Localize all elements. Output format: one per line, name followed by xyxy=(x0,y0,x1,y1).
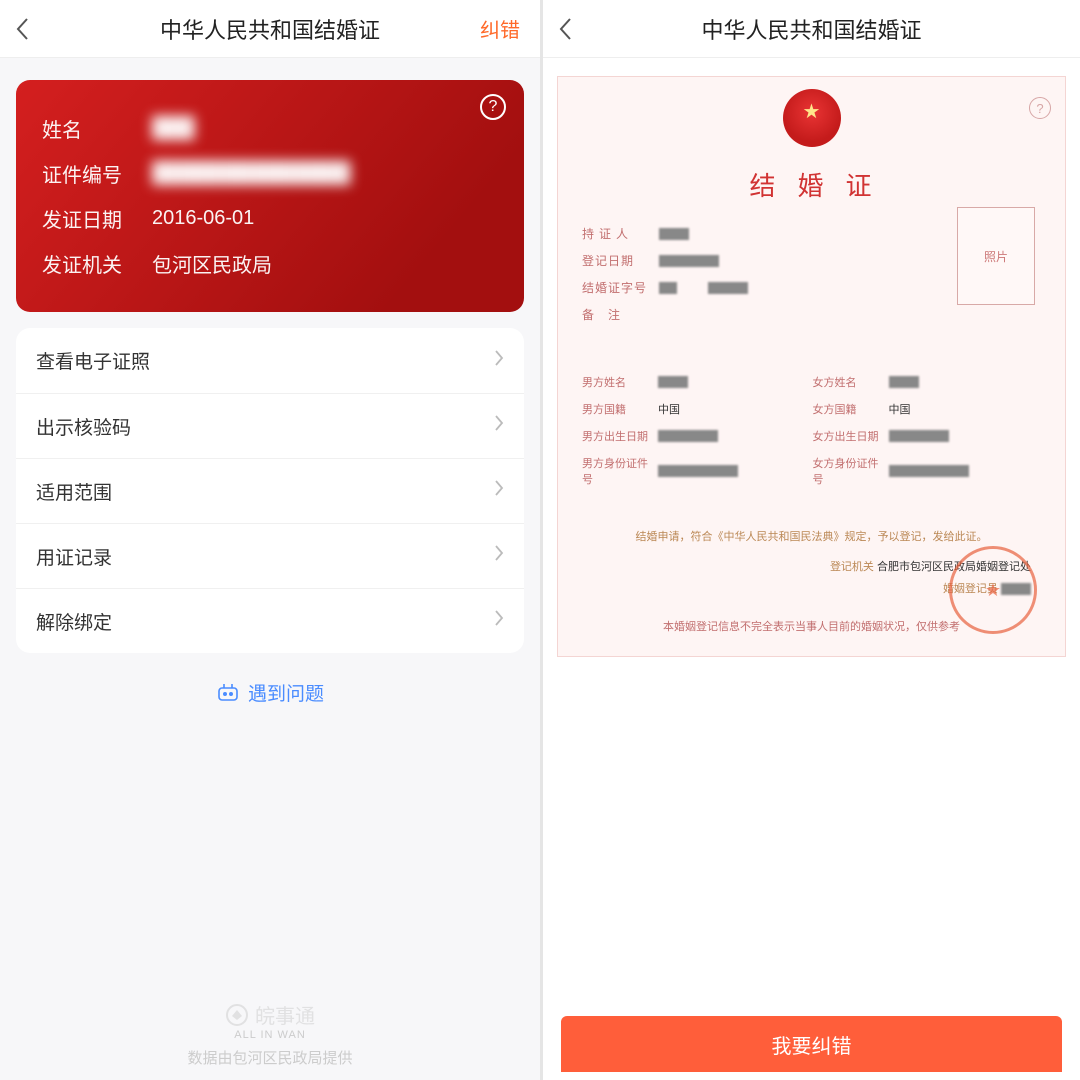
cert-no-label: 结婚证字号 xyxy=(582,279,647,296)
brand-logo: 皖事通 xyxy=(0,1000,540,1029)
female-info: 女方姓名 女方国籍中国 女方出生日期 女方身份证件号 xyxy=(813,363,1042,498)
certificate-title: 结婚证 xyxy=(602,166,1041,203)
page-title: 中华人民共和国结婚证 xyxy=(160,13,380,45)
card-row: 证件编号██████████████ xyxy=(42,159,498,188)
data-source: 数据由包河区民政局提供 xyxy=(0,1047,540,1068)
declaration: 结婚申请，符合《中华人民共和国民法典》规定，予以登记，发给此证。 xyxy=(582,528,1041,544)
remark-label: 备注 xyxy=(582,306,647,323)
card-value: ██████████████ xyxy=(152,162,350,185)
card-value: 包河区民政局 xyxy=(152,249,272,278)
menu-item-label: 出示核验码 xyxy=(36,413,131,440)
male-info: 男方姓名 男方国籍中国 男方出生日期 男方身份证件号 xyxy=(582,363,811,498)
back-button[interactable] xyxy=(15,0,29,57)
card-row: 发证日期2016-06-01 xyxy=(42,204,498,233)
back-button[interactable] xyxy=(558,0,572,57)
menu-item[interactable]: 出示核验码 xyxy=(16,393,524,458)
menu-item[interactable]: 解除绑定 xyxy=(16,588,524,653)
help-link[interactable]: 遇到问题 xyxy=(0,679,540,706)
header: 中华人民共和国结婚证 xyxy=(543,0,1080,58)
redacted xyxy=(708,282,748,294)
card-label: 发证机关 xyxy=(42,249,152,278)
right-screen: 中华人民共和国结婚证 ? 结婚证 照片 持证人 登记日期 结婚证字号 备注 男方… xyxy=(540,0,1080,1080)
header: 中华人民共和国结婚证 纠错 xyxy=(0,0,540,58)
redacted xyxy=(659,255,719,267)
menu-item-label: 适用范围 xyxy=(36,478,112,505)
report-error-link[interactable]: 纠错 xyxy=(480,0,520,57)
footer: 皖事通 ALL IN WAN 数据由包河区民政局提供 xyxy=(0,1000,540,1068)
menu-item-label: 解除绑定 xyxy=(36,608,112,635)
holder-label: 持证人 xyxy=(582,225,647,242)
certificate-card: ? 姓名███证件编号██████████████发证日期2016-06-01发… xyxy=(16,80,524,312)
certificate-preview: ? 结婚证 照片 持证人 登记日期 结婚证字号 备注 男方姓名 男方国籍中国 男… xyxy=(557,76,1066,657)
help-icon[interactable]: ? xyxy=(1029,97,1051,119)
brand-sub: ALL IN WAN xyxy=(0,1029,540,1041)
redacted xyxy=(659,228,689,240)
chevron-right-icon xyxy=(494,479,504,503)
chevron-right-icon xyxy=(494,349,504,373)
chevron-right-icon xyxy=(494,609,504,633)
photo-placeholder: 照片 xyxy=(957,207,1035,305)
brand-icon xyxy=(225,1003,249,1027)
chevron-right-icon xyxy=(494,414,504,438)
report-error-button[interactable]: 我要纠错 xyxy=(561,1016,1062,1072)
reg-date-label: 登记日期 xyxy=(582,252,647,269)
redacted xyxy=(659,282,677,294)
menu-item-label: 查看电子证照 xyxy=(36,347,150,374)
left-screen: 中华人民共和国结婚证 纠错 ? 姓名███证件编号██████████████发… xyxy=(0,0,540,1080)
national-emblem-icon xyxy=(783,89,841,147)
card-label: 发证日期 xyxy=(42,204,152,233)
card-value: ███ xyxy=(152,117,195,140)
card-label: 姓名 xyxy=(42,114,152,143)
registration-block: 登记机关 合肥市包河区民政局婚姻登记处 婚姻登记员 xyxy=(582,558,1041,596)
card-value: 2016-06-01 xyxy=(152,207,254,230)
card-row: 姓名███ xyxy=(42,114,498,143)
chevron-right-icon xyxy=(494,544,504,568)
menu-item[interactable]: 适用范围 xyxy=(16,458,524,523)
menu-item-label: 用证记录 xyxy=(36,543,112,570)
menu-item[interactable]: 查看电子证照 xyxy=(16,328,524,393)
action-list: 查看电子证照出示核验码适用范围用证记录解除绑定 xyxy=(16,328,524,653)
help-link-label: 遇到问题 xyxy=(248,679,324,706)
card-row: 发证机关包河区民政局 xyxy=(42,249,498,278)
page-title: 中华人民共和国结婚证 xyxy=(701,13,921,45)
card-label: 证件编号 xyxy=(42,159,152,188)
robot-icon xyxy=(216,683,240,703)
help-icon[interactable]: ? xyxy=(480,94,506,120)
menu-item[interactable]: 用证记录 xyxy=(16,523,524,588)
